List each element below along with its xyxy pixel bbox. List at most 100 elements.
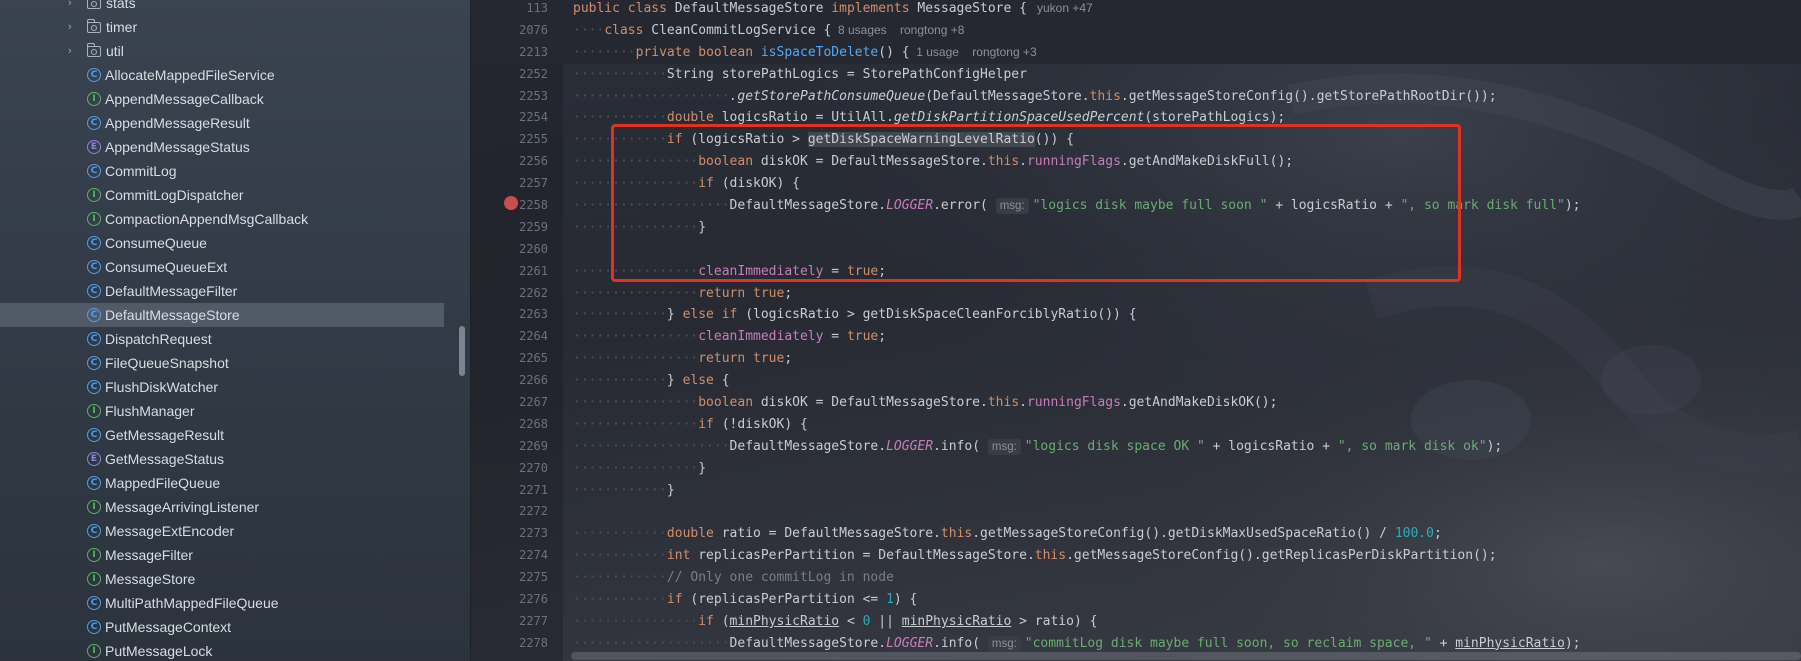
tree-file-row[interactable]: C MessageExtEncoder: [0, 519, 470, 543]
code-line[interactable]: 2274 ············int replicasPerPartition…: [471, 545, 1801, 567]
tree-file-row[interactable]: C GetMessageResult: [0, 423, 470, 447]
code-token: String storePathLogics = StorePathConfig…: [666, 66, 1027, 82]
code-token: (replicasPerPartition <=: [690, 592, 887, 608]
line-number: 2263: [519, 307, 548, 322]
code-line[interactable]: 2269 ····················DefaultMessageSt…: [471, 436, 1801, 458]
chevron-right-icon[interactable]: ›: [68, 0, 80, 15]
code-text: ····················DefaultMessageStore.…: [573, 436, 1502, 458]
code-text: ············if (replicasPerPartition <= …: [573, 589, 917, 611]
code-line[interactable]: 2262 ················return true;: [471, 283, 1801, 305]
code-token: }: [666, 482, 675, 498]
tree-scrollbar[interactable]: [459, 326, 465, 376]
tree-file-row[interactable]: C DispatchRequest: [0, 327, 470, 351]
code-token: );: [1564, 635, 1581, 651]
code-line[interactable]: 2271 ············}: [471, 480, 1801, 502]
class-icon: C: [87, 68, 101, 82]
sticky-scroll-line[interactable]: 113 public class DefaultMessageStore impl…: [471, 0, 1801, 20]
class-icon: C: [87, 308, 101, 322]
code-token: LOGGER: [886, 635, 934, 651]
tree-folder-row[interactable]: › util: [0, 39, 470, 63]
tree-file-row[interactable]: C PutMessageContext: [0, 615, 470, 639]
code-line[interactable]: 2272: [471, 501, 1801, 523]
code-line[interactable]: 2266 ············} else {: [471, 370, 1801, 392]
line-number: 2253: [519, 88, 548, 103]
tree-file-row[interactable]: C DefaultMessageStore: [0, 303, 444, 327]
code-line[interactable]: 2276 ············if (replicasPerPartition…: [471, 589, 1801, 611]
code-line[interactable]: 2264 ················cleanImmediately = t…: [471, 326, 1801, 348]
code-token: this: [1089, 88, 1121, 104]
tree-file-row[interactable]: I CompactionAppendMsgCallback: [0, 207, 470, 231]
tree-item-label: MultiPathMappedFileQueue: [105, 595, 279, 611]
tree-file-row[interactable]: C MappedFileQueue: [0, 471, 470, 495]
code-token: if: [698, 416, 722, 432]
code-line[interactable]: 2275 ············// Only one commitLog in…: [471, 567, 1801, 589]
code-token: this: [940, 526, 973, 542]
parameter-hint: msg:: [987, 438, 1021, 455]
line-number: 2256: [519, 154, 548, 169]
code-token: .getMessageStoreConfig().getReplicasPerD…: [1066, 548, 1497, 564]
code-token: (DefaultMessageStore.: [925, 88, 1090, 104]
tree-file-row[interactable]: C AllocateMappedFileService: [0, 63, 470, 87]
code-token: .getStorePathConsumeQueue: [729, 88, 926, 104]
interface-icon: I: [87, 548, 101, 562]
indent-guide: ········: [573, 44, 636, 60]
code-token: () {: [878, 44, 910, 60]
interface-icon: I: [87, 212, 101, 226]
tree-file-row[interactable]: E AppendMessageStatus: [0, 135, 470, 159]
tree-folder-row[interactable]: › timer: [0, 15, 470, 39]
code-line[interactable]: 2268 ················if (!diskOK) {: [471, 414, 1801, 436]
indent-guide: ················: [573, 395, 699, 411]
tree-file-row[interactable]: I FlushManager: [0, 399, 470, 423]
line-number: 2260: [519, 241, 548, 256]
code-text: ················if (!diskOK) {: [573, 414, 808, 436]
tree-item-label: CompactionAppendMsgCallback: [105, 211, 309, 227]
tree-file-row[interactable]: I MessageStore: [0, 567, 470, 591]
code-line[interactable]: 2273 ············double ratio = DefaultMe…: [471, 523, 1801, 545]
enum-icon: E: [87, 140, 101, 154]
indent-guide: ················: [573, 285, 699, 301]
tree-file-row[interactable]: C FlushDiskWatcher: [0, 375, 470, 399]
line-number: 2268: [519, 416, 548, 431]
line-number: 2278: [519, 635, 548, 650]
tree-file-row[interactable]: I MessageFilter: [0, 543, 470, 567]
code-line[interactable]: 2265 ················return true;: [471, 348, 1801, 370]
tree-file-row[interactable]: I MessageArrivingListener: [0, 495, 470, 519]
tree-file-row[interactable]: C ConsumeQueueExt: [0, 255, 470, 279]
tree-file-row[interactable]: C MultiPathMappedFileQueue: [0, 591, 470, 615]
tree-folder-row[interactable]: › stats: [0, 0, 470, 15]
tree-file-row[interactable]: C ConsumeQueue: [0, 231, 470, 255]
breakpoint-icon[interactable]: [504, 196, 518, 210]
code-token: .info(: [933, 438, 988, 454]
code-line[interactable]: 2253 ····················.getStorePathCon…: [471, 86, 1801, 108]
tree-file-row[interactable]: C DefaultMessageFilter: [0, 279, 470, 303]
tree-item-label: DefaultMessageFilter: [105, 283, 238, 299]
interface-icon: I: [87, 500, 101, 514]
tree-file-row[interactable]: E GetMessageStatus: [0, 447, 470, 471]
tree-item-label: MappedFileQueue: [105, 475, 221, 491]
code-token: boolean: [698, 395, 761, 411]
code-token: minPhysicRatio: [729, 613, 840, 629]
code-line[interactable]: 2252 ············String storePathLogics =…: [471, 64, 1801, 86]
line-number: 2255: [519, 132, 548, 147]
code-token: if: [666, 592, 691, 608]
sticky-scroll-line[interactable]: 2076 ····class CleanCommitLogService { 8 …: [471, 19, 1801, 42]
chevron-right-icon[interactable]: ›: [68, 15, 80, 39]
code-line[interactable]: 2270 ················}: [471, 458, 1801, 480]
tree-file-row[interactable]: C FileQueueSnapshot: [0, 351, 470, 375]
tree-file-row[interactable]: I AppendMessageCallback: [0, 87, 470, 111]
tree-file-row[interactable]: C CommitLog: [0, 159, 470, 183]
code-editor[interactable]: 113 public class DefaultMessageStore impl…: [471, 0, 1801, 661]
code-token: this: [987, 395, 1020, 411]
code-text: ············double ratio = DefaultMessag…: [573, 523, 1442, 545]
tree-file-row[interactable]: C AppendMessageResult: [0, 111, 470, 135]
code-line[interactable]: 2263 ············} else if (logicsRatio >…: [471, 304, 1801, 326]
chevron-right-icon[interactable]: ›: [68, 39, 80, 63]
tree-file-row[interactable]: I PutMessageLock: [0, 639, 470, 661]
horizontal-scrollbar[interactable]: [571, 652, 1801, 660]
inlay-hint: 8 usages rongtong +8: [831, 22, 965, 37]
tree-file-row[interactable]: I CommitLogDispatcher: [0, 183, 470, 207]
sticky-scroll-line[interactable]: 2213 ········private boolean isSpaceToDel…: [471, 41, 1801, 64]
code-line[interactable]: 2277 ················if (minPhysicRatio <…: [471, 611, 1801, 633]
code-text: ············// Only one commitLog in nod…: [573, 567, 894, 589]
code-line[interactable]: 2267 ················boolean diskOK = Def…: [471, 392, 1801, 414]
